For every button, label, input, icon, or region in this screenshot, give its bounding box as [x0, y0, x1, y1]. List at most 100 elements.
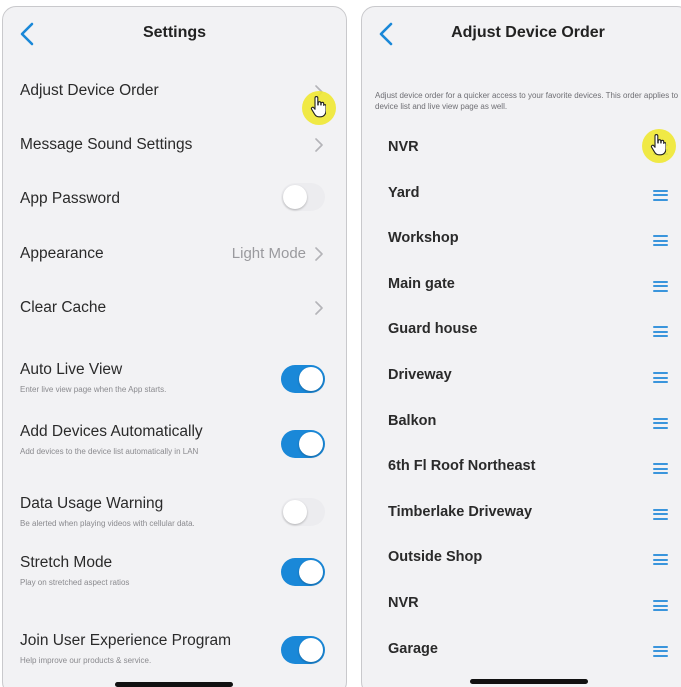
drag-handle-bar: [653, 239, 668, 242]
device-row[interactable]: Yard: [362, 175, 681, 215]
settings-row-message-sound[interactable]: Message Sound Settings: [3, 129, 346, 171]
device-row[interactable]: 6th Fl Roof Northeast: [362, 448, 681, 488]
drag-handle-bar: [653, 417, 668, 420]
drag-handle-icon[interactable]: [653, 645, 668, 657]
drag-handle-bar: [653, 235, 668, 238]
toggle-knob: [299, 560, 323, 584]
settings-row-stretch-mode: Stretch Mode Play on stretched aspect ra…: [3, 550, 346, 594]
chevron-right-icon: [314, 138, 324, 152]
drag-handle-bar: [653, 554, 668, 557]
device-name: Guard house: [388, 321, 478, 338]
page-title: Adjust Device Order: [451, 24, 605, 41]
drag-handle-bar: [653, 285, 668, 288]
drag-handle-icon[interactable]: [653, 326, 668, 338]
device-row[interactable]: Driveway: [362, 357, 681, 397]
drag-handle-bar: [653, 376, 668, 379]
drag-handle-bar: [653, 372, 668, 374]
drag-handle-bar: [653, 563, 668, 566]
data-usage-warning-toggle[interactable]: [281, 498, 325, 526]
settings-screen: Settings Adjust Device Order Message Sou…: [2, 6, 347, 687]
device-row[interactable]: Main gate: [362, 266, 681, 306]
device-name: Workshop: [388, 230, 459, 247]
device-order-screen: Adjust Device Order Adjust device order …: [361, 6, 681, 687]
drag-handle-bar: [653, 289, 668, 292]
toggle-knob: [299, 367, 323, 391]
device-row[interactable]: Garage: [362, 631, 681, 671]
drag-handle-bar: [653, 645, 668, 648]
device-row[interactable]: NVR: [362, 129, 681, 169]
drag-handle-bar: [653, 189, 668, 192]
stretch-mode-toggle[interactable]: [281, 558, 325, 586]
app-password-toggle[interactable]: [281, 183, 325, 211]
drag-handle-bar: [653, 467, 668, 470]
device-order-description: Adjust device order for a quicker access…: [375, 91, 679, 111]
settings-row-clear-cache[interactable]: Clear Cache: [3, 292, 346, 334]
home-indicator: [115, 682, 233, 687]
device-row[interactable]: NVR: [362, 585, 681, 625]
drag-handle-bar: [653, 604, 668, 607]
device-name: Main gate: [388, 275, 455, 292]
tap-cursor-highlight: [642, 129, 676, 163]
device-row[interactable]: Guard house: [362, 311, 681, 351]
row-label: Add Devices Automatically: [20, 423, 203, 440]
chevron-right-icon: [314, 247, 324, 261]
toggle-knob: [299, 432, 323, 456]
drag-handle-bar: [653, 422, 668, 425]
home-indicator: [470, 679, 588, 684]
settings-row-auto-live-view: Auto Live View Enter live view page when…: [3, 357, 346, 401]
device-row[interactable]: Outside Shop: [362, 539, 681, 579]
drag-handle-bar: [653, 463, 668, 466]
user-experience-program-toggle[interactable]: [281, 636, 325, 664]
device-row[interactable]: Timberlake Driveway: [362, 494, 681, 534]
settings-row-add-devices-automatically: Add Devices Automatically Add devices to…: [3, 419, 346, 469]
settings-navbar: Settings: [3, 7, 346, 59]
row-description: Add devices to the device list automatic…: [20, 447, 199, 456]
drag-handle-bar: [653, 198, 668, 201]
row-label: Data Usage Warning: [20, 495, 164, 512]
device-name: Yard: [388, 184, 420, 201]
drag-handle-icon[interactable]: [653, 463, 668, 475]
drag-handle-icon[interactable]: [653, 508, 668, 520]
toggle-knob: [283, 500, 307, 524]
device-name: NVR: [388, 139, 419, 155]
page-title: Settings: [142, 24, 207, 41]
drag-handle-icon[interactable]: [653, 600, 668, 611]
chevron-right-icon: [314, 301, 324, 315]
drag-handle-icon[interactable]: [653, 554, 668, 566]
settings-row-adjust-device-order[interactable]: Adjust Device Order: [3, 75, 346, 117]
drag-handle-icon[interactable]: [653, 280, 668, 292]
drag-handle-bar: [653, 508, 668, 511]
device-name: Outside Shop: [388, 549, 483, 566]
device-order-navbar: Adjust Device Order: [362, 7, 681, 59]
row-label: Adjust Device Order: [20, 82, 159, 99]
row-label: Join User Experience Program: [20, 632, 232, 649]
row-label: Clear Cache: [20, 299, 107, 316]
drag-handle-bar: [653, 280, 668, 283]
appearance-value: Light Mode: [231, 245, 306, 262]
drag-handle-bar: [653, 513, 668, 516]
drag-handle-bar: [653, 472, 668, 475]
drag-handle-bar: [653, 330, 668, 333]
drag-handle-bar: [653, 335, 668, 338]
row-label: Stretch Mode: [20, 554, 113, 571]
auto-live-view-toggle[interactable]: [281, 365, 325, 393]
drag-handle-icon[interactable]: [653, 417, 668, 429]
row-description: Play on stretched aspect ratios: [20, 578, 130, 587]
drag-handle-bar: [653, 654, 668, 657]
drag-handle-icon[interactable]: [653, 372, 668, 383]
device-row[interactable]: Balkon: [362, 403, 681, 443]
hand-pointer-icon: [650, 134, 666, 156]
drag-handle-bar: [653, 609, 668, 611]
row-description: Help improve our products & service.: [20, 656, 152, 665]
drag-handle-bar: [653, 381, 668, 383]
settings-row-app-password: App Password: [3, 183, 346, 225]
settings-row-appearance[interactable]: Appearance Light Mode: [3, 238, 346, 280]
device-row[interactable]: Workshop: [362, 220, 681, 260]
drag-handle-icon[interactable]: [653, 235, 668, 247]
row-description: Be alerted when playing videos with cell…: [20, 519, 195, 528]
device-name: Balkon: [388, 412, 437, 429]
device-name: 6th Fl Roof Northeast: [388, 458, 536, 475]
device-name: Garage: [388, 640, 438, 657]
add-devices-automatically-toggle[interactable]: [281, 430, 325, 458]
drag-handle-icon[interactable]: [653, 189, 668, 201]
